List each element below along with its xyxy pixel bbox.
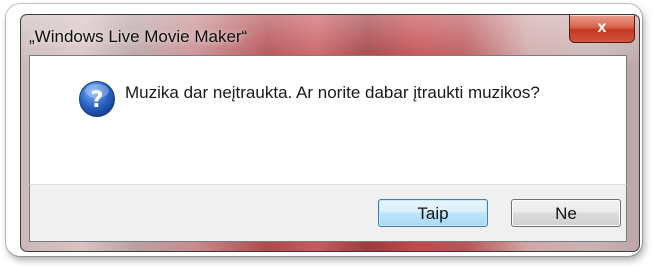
dialog-window: „Windows Live Movie Maker“ x ? Muzika da… <box>20 14 640 252</box>
svg-text:?: ? <box>91 88 104 113</box>
dialog-title: „Windows Live Movie Maker“ <box>29 27 248 46</box>
yes-button[interactable]: Taip <box>378 199 488 227</box>
dialog-content: ? Muzika dar neįtraukta. Ar norite dabar… <box>29 55 627 185</box>
dialog-message: Muzika dar neįtraukta. Ar norite dabar į… <box>125 83 540 102</box>
button-bar: Taip Ne <box>29 184 627 242</box>
question-icon: ? <box>79 81 115 117</box>
close-button[interactable]: x <box>569 15 635 43</box>
no-button[interactable]: Ne <box>511 199 621 227</box>
